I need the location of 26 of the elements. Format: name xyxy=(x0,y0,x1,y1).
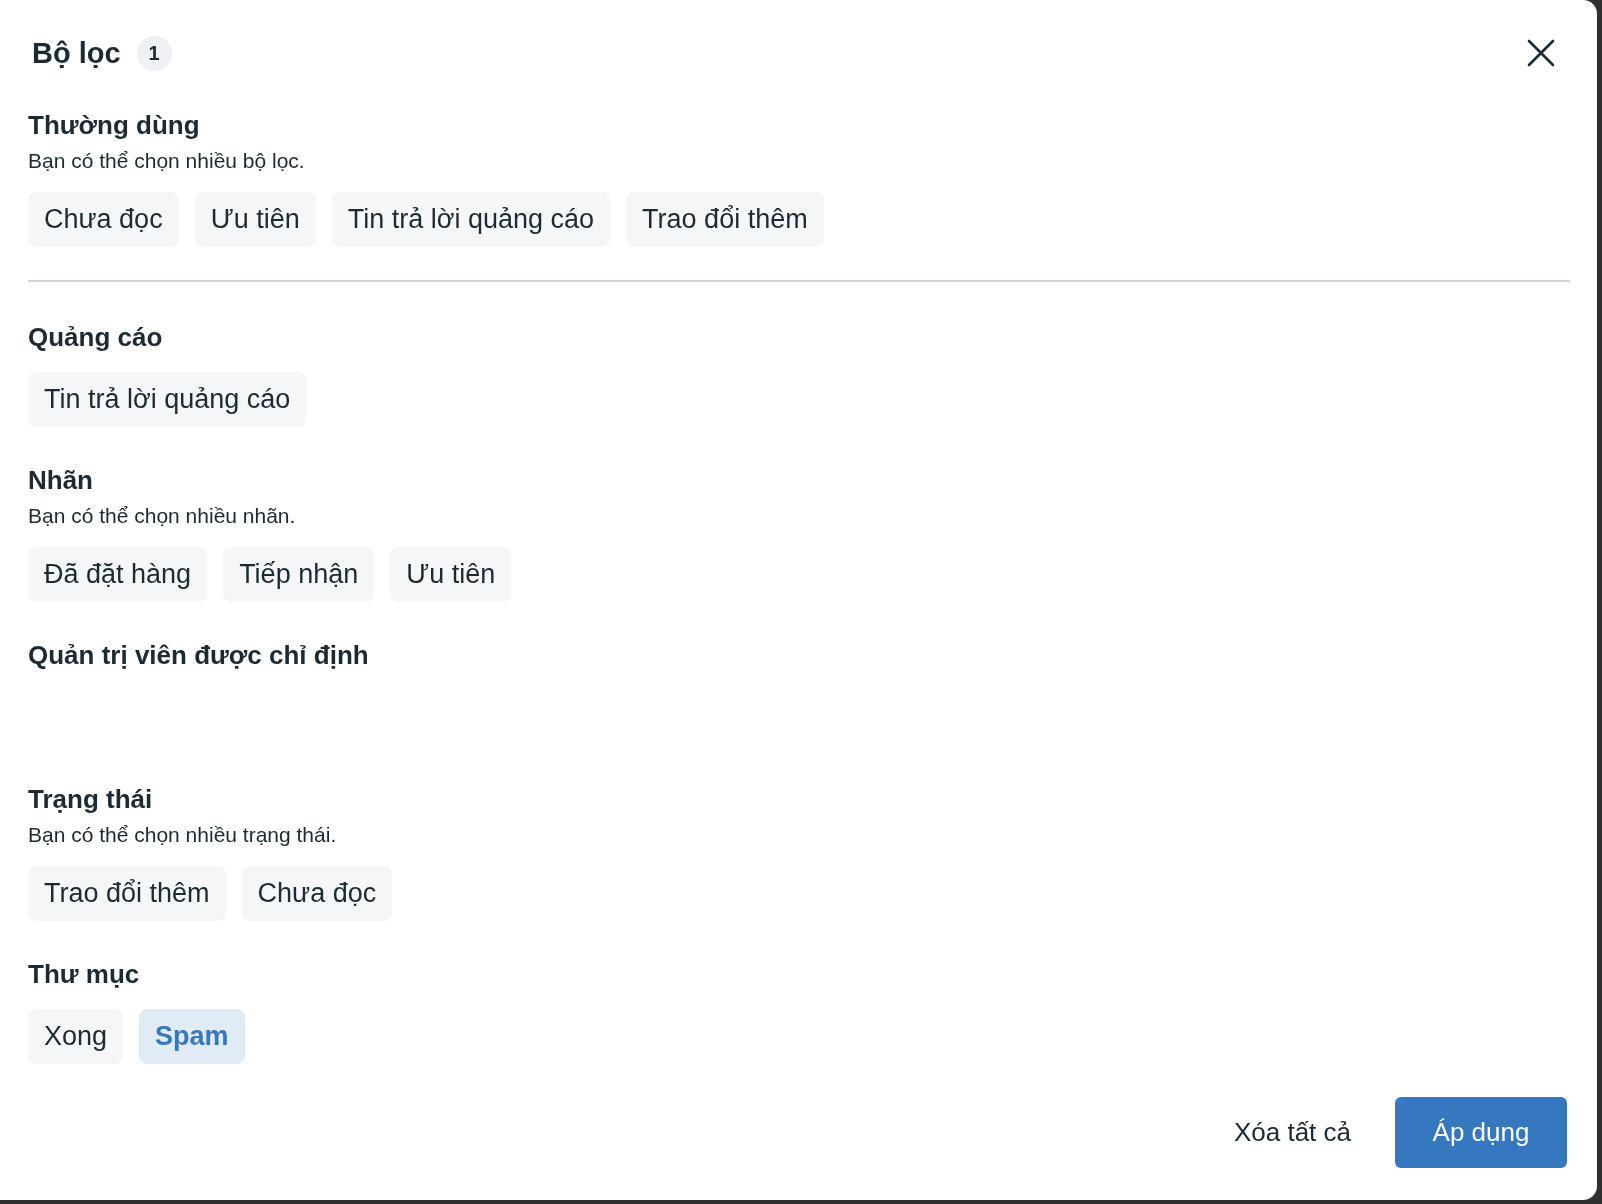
section-heading: Quản trị viên được chỉ định xyxy=(28,639,370,671)
filter-chip[interactable]: Ưu tiên xyxy=(390,547,512,602)
filter-chip[interactable]: Đã đặt hàng xyxy=(28,547,208,602)
clear-all-button[interactable]: Xóa tất cả xyxy=(1233,1117,1351,1148)
close-icon[interactable] xyxy=(1526,38,1556,68)
section-hint: Bạn có thể chọn nhiều nhãn. xyxy=(28,504,297,528)
filter-chip[interactable]: Xong xyxy=(28,1009,124,1064)
apply-button[interactable]: Áp dụng xyxy=(1395,1097,1567,1168)
dialog-title: Bộ lọc xyxy=(32,36,121,70)
section-hint: Bạn có thể chọn nhiều bộ lọc. xyxy=(28,149,306,173)
filter-chip[interactable]: Chưa đọc xyxy=(28,192,179,247)
section-heading: Thư mục xyxy=(28,958,141,990)
filter-chip[interactable]: Tiếp nhận xyxy=(223,547,375,602)
filter-chip[interactable]: Tin trả lời quảng cáo xyxy=(331,192,611,247)
filter-chip[interactable]: Tin trả lời quảng cáo xyxy=(28,372,307,427)
filter-chip[interactable]: Ưu tiên xyxy=(194,192,316,247)
filter-chip[interactable]: Chưa đọc xyxy=(241,866,393,921)
count-badge: 1 xyxy=(136,35,172,71)
filter-chip[interactable]: Spam xyxy=(139,1009,245,1064)
section-heading: Quảng cáo xyxy=(28,321,164,353)
filter-chip[interactable]: Trao đổi thêm xyxy=(626,192,824,247)
section-heading: Thường dùng xyxy=(28,109,201,141)
filter-chip[interactable]: Trao đổi thêm xyxy=(28,866,226,921)
section-heading: Nhãn xyxy=(28,464,94,496)
section-hint: Bạn có thể chọn nhiều trạng thái. xyxy=(28,823,338,847)
section-heading: Trạng thái xyxy=(28,783,154,815)
